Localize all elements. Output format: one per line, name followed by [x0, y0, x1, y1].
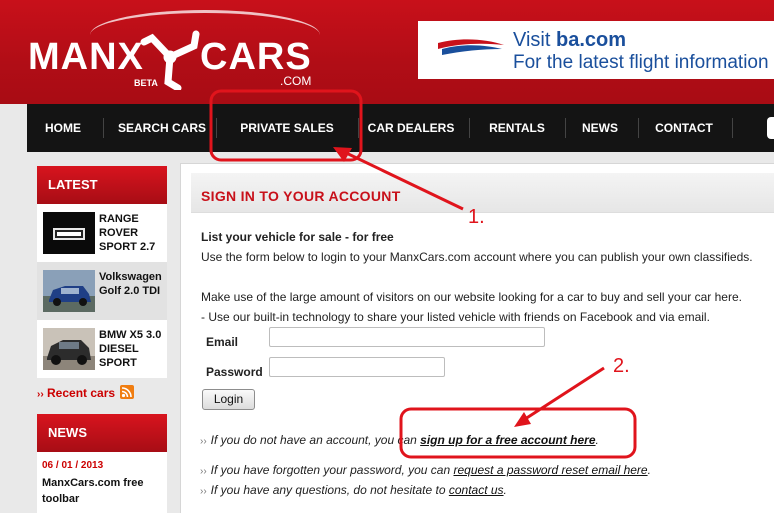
- bmw-x5-thumbnail[interactable]: [43, 328, 95, 370]
- volkswagen-golf-thumbnail[interactable]: [43, 270, 95, 312]
- ad-prefix: Visit: [513, 29, 556, 51]
- nav-divider: [358, 118, 359, 138]
- latest-car-item[interactable]: Volkswagen Golf 2.0 TDI: [37, 262, 167, 320]
- signup-link[interactable]: sign up for a free account here: [420, 433, 595, 447]
- latest-car-item[interactable]: BMW X5 3.0 DIESEL SPORT: [37, 320, 167, 378]
- annotation-number-1: 1.: [468, 206, 485, 228]
- ad-headline: Visit ba.com: [513, 29, 626, 52]
- nav-car-dealers[interactable]: CAR DEALERS: [367, 104, 455, 152]
- car-name[interactable]: Volkswagen Golf 2.0 TDI: [99, 270, 169, 298]
- signin-subtitle: List your vehicle for sale - for free: [201, 230, 394, 244]
- nav-divider: [732, 118, 733, 138]
- double-chevron-icon: ››: [200, 466, 207, 477]
- nav-home[interactable]: HOME: [35, 104, 91, 152]
- password-field[interactable]: [269, 357, 445, 377]
- nav-rentals[interactable]: RENTALS: [487, 104, 547, 152]
- signin-intro: Use the form below to login to your Manx…: [201, 250, 753, 264]
- contact-suffix: .: [503, 483, 507, 497]
- nav-search-input[interactable]: [767, 117, 774, 139]
- nav-contact[interactable]: CONTACT: [653, 104, 715, 152]
- contact-prefix: If you have any questions, do not hesita…: [210, 483, 449, 497]
- logo-com-text: .COM: [280, 74, 312, 88]
- password-label: Password: [206, 365, 263, 379]
- latest-car-item[interactable]: RANGE ROVER SPORT 2.7: [37, 204, 167, 262]
- nav-divider: [565, 118, 566, 138]
- contact-us-link[interactable]: contact us: [449, 483, 504, 497]
- latest-heading: LATEST: [37, 166, 167, 204]
- reset-password-link[interactable]: request a password reset email here: [453, 463, 647, 477]
- login-button[interactable]: Login: [202, 389, 255, 410]
- annotation-number-2: 2.: [613, 355, 630, 377]
- signup-prefix: If you do not have an account, you can: [210, 433, 421, 447]
- nav-divider: [638, 118, 639, 138]
- nav-search-cars[interactable]: SEARCH CARS: [115, 104, 209, 152]
- double-chevron-icon: ››: [200, 486, 207, 497]
- reset-line: ›› If you have forgotten your password, y…: [200, 463, 651, 477]
- nav-divider: [216, 118, 217, 138]
- nav-private-sales[interactable]: PRIVATE SALES: [237, 104, 337, 152]
- nav-divider: [103, 118, 104, 138]
- main-nav: HOME SEARCH CARS PRIVATE SALES CAR DEALE…: [27, 104, 774, 152]
- reset-suffix: .: [647, 463, 651, 477]
- nav-divider: [469, 118, 470, 138]
- logo-manx-text[interactable]: MANX: [28, 36, 144, 79]
- car-name[interactable]: RANGE ROVER SPORT 2.7: [99, 212, 169, 254]
- car-name[interactable]: BMW X5 3.0 DIESEL SPORT: [99, 328, 169, 370]
- signin-paragraph-2: - Use our built-in technology to share y…: [201, 310, 710, 324]
- news-heading: NEWS: [37, 414, 167, 452]
- ba-ribbon-icon: [438, 39, 504, 55]
- ba-banner-ad[interactable]: Visit ba.com For the latest flight infor…: [418, 21, 774, 79]
- signin-paragraph-1: Make use of the large amount of visitors…: [201, 290, 742, 304]
- range-rover-thumbnail[interactable]: [43, 212, 95, 254]
- recent-cars-label[interactable]: Recent cars: [47, 386, 115, 400]
- email-field[interactable]: [269, 327, 545, 347]
- ad-domain: ba.com: [555, 29, 627, 51]
- news-title[interactable]: ManxCars.com free toolbar: [42, 475, 167, 507]
- contact-line: ›› If you have any questions, do not hesi…: [200, 483, 507, 497]
- double-chevron-icon: ››: [37, 389, 44, 400]
- signup-suffix: .: [595, 433, 599, 447]
- double-chevron-icon: ››: [200, 436, 207, 447]
- signup-line: ›› If you do not have an account, you can…: [200, 433, 599, 447]
- rss-icon[interactable]: [120, 385, 135, 399]
- ad-tagline: For the latest flight information: [513, 52, 769, 73]
- reset-prefix: If you have forgotten your password, you…: [210, 463, 454, 477]
- beta-badge: BETA: [134, 78, 158, 88]
- recent-cars-link[interactable]: ›› Recent cars: [37, 385, 135, 400]
- logo-cars-text[interactable]: CARS: [200, 36, 312, 79]
- news-date: 06 / 01 / 2013: [42, 460, 104, 471]
- news-item[interactable]: 06 / 01 / 2013 ManxCars.com free toolbar: [37, 452, 167, 513]
- site-header: MANX CARS .COM BETA Visit ba.com For the…: [0, 0, 774, 104]
- email-label: Email: [206, 335, 239, 349]
- page-title: SIGN IN TO YOUR ACCOUNT: [201, 188, 401, 204]
- nav-news[interactable]: NEWS: [580, 104, 620, 152]
